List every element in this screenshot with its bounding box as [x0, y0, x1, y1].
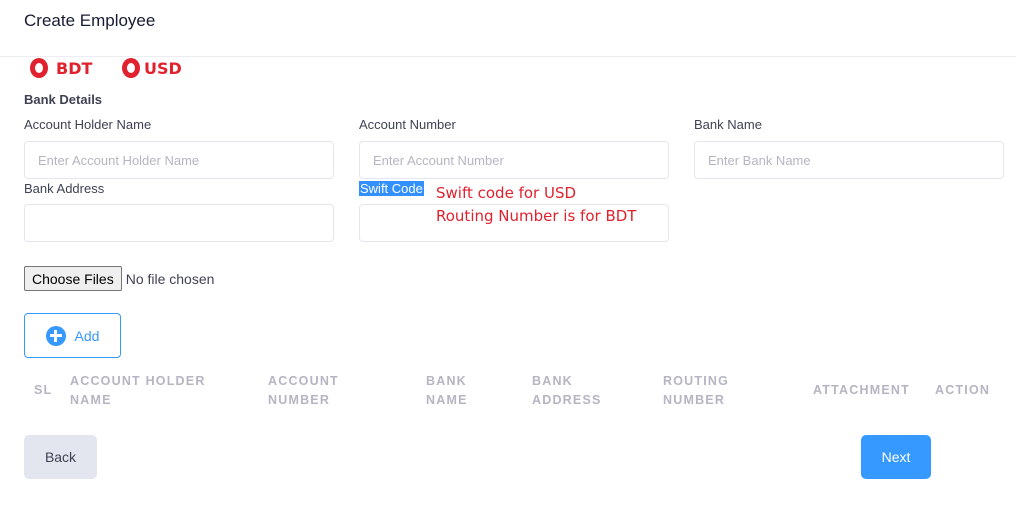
th-bank-address: BANK ADDRESS	[532, 372, 602, 410]
account-holder-input[interactable]	[24, 141, 334, 179]
th-attachment: ATTACHMENT	[813, 383, 910, 397]
th-account-number-line2: NUMBER	[268, 393, 331, 407]
account-number-label: Account Number	[359, 117, 456, 132]
th-bank-name: BANK NAME	[426, 372, 468, 410]
plus-circle-icon	[45, 325, 66, 346]
choose-files-button[interactable]: Choose Files	[24, 266, 122, 291]
back-button[interactable]: Back	[24, 435, 97, 479]
file-status: No file chosen	[125, 270, 215, 287]
th-bank-address-line1: BANK	[532, 374, 573, 388]
bank-name-input[interactable]	[694, 141, 1004, 179]
th-account-holder-line2: NAME	[70, 393, 112, 407]
annotation-note: Swift code for USD Routing Number is for…	[436, 182, 636, 228]
swift-code-label-text: Swift Code	[359, 181, 424, 196]
bank-address-label: Bank Address	[24, 181, 105, 196]
page-header: Create Employee	[0, 0, 1016, 57]
th-account-holder: ACCOUNT HOLDER NAME	[70, 372, 206, 410]
bank-details-title: Bank Details	[24, 92, 103, 107]
account-number-input[interactable]	[359, 141, 669, 179]
th-bank-address-line2: ADDRESS	[532, 393, 602, 407]
next-button[interactable]: Next	[861, 435, 931, 479]
add-button-label: Add	[74, 327, 100, 344]
th-account-holder-line1: ACCOUNT HOLDER	[70, 374, 206, 388]
currency-option-bdt[interactable]: BDT	[30, 58, 92, 78]
page-title: Create Employee	[24, 11, 156, 30]
bank-address-input[interactable]	[24, 204, 334, 242]
file-upload: Choose Files No file chosen	[24, 266, 214, 291]
currency-label-bdt: BDT	[56, 58, 93, 78]
radio-ring-icon[interactable]	[30, 58, 48, 78]
th-account-number-line1: ACCOUNT	[268, 374, 339, 388]
bank-name-label: Bank Name	[694, 117, 762, 132]
th-routing-number-line2: NUMBER	[663, 393, 726, 407]
account-holder-label: Account Holder Name	[24, 117, 152, 132]
th-account-number: ACCOUNT NUMBER	[268, 372, 339, 410]
currency-label-usd: USD	[144, 58, 182, 78]
th-bank-name-line1: BANK	[426, 374, 467, 388]
annotation-line-1: Swift code for USD	[436, 184, 577, 202]
th-action: ACTION	[935, 383, 991, 397]
th-routing-number-line1: ROUTING	[663, 374, 730, 388]
th-bank-name-line2: NAME	[426, 393, 468, 407]
annotation-line-2: Routing Number is for BDT	[436, 207, 637, 225]
th-routing-number: ROUTING NUMBER	[663, 372, 729, 410]
radio-ring-icon[interactable]	[122, 58, 140, 78]
currency-option-usd[interactable]: USD	[122, 58, 182, 78]
swift-code-label: Swift Code	[359, 181, 424, 196]
th-sl: SL	[34, 383, 53, 397]
add-button[interactable]: Add	[24, 313, 121, 358]
